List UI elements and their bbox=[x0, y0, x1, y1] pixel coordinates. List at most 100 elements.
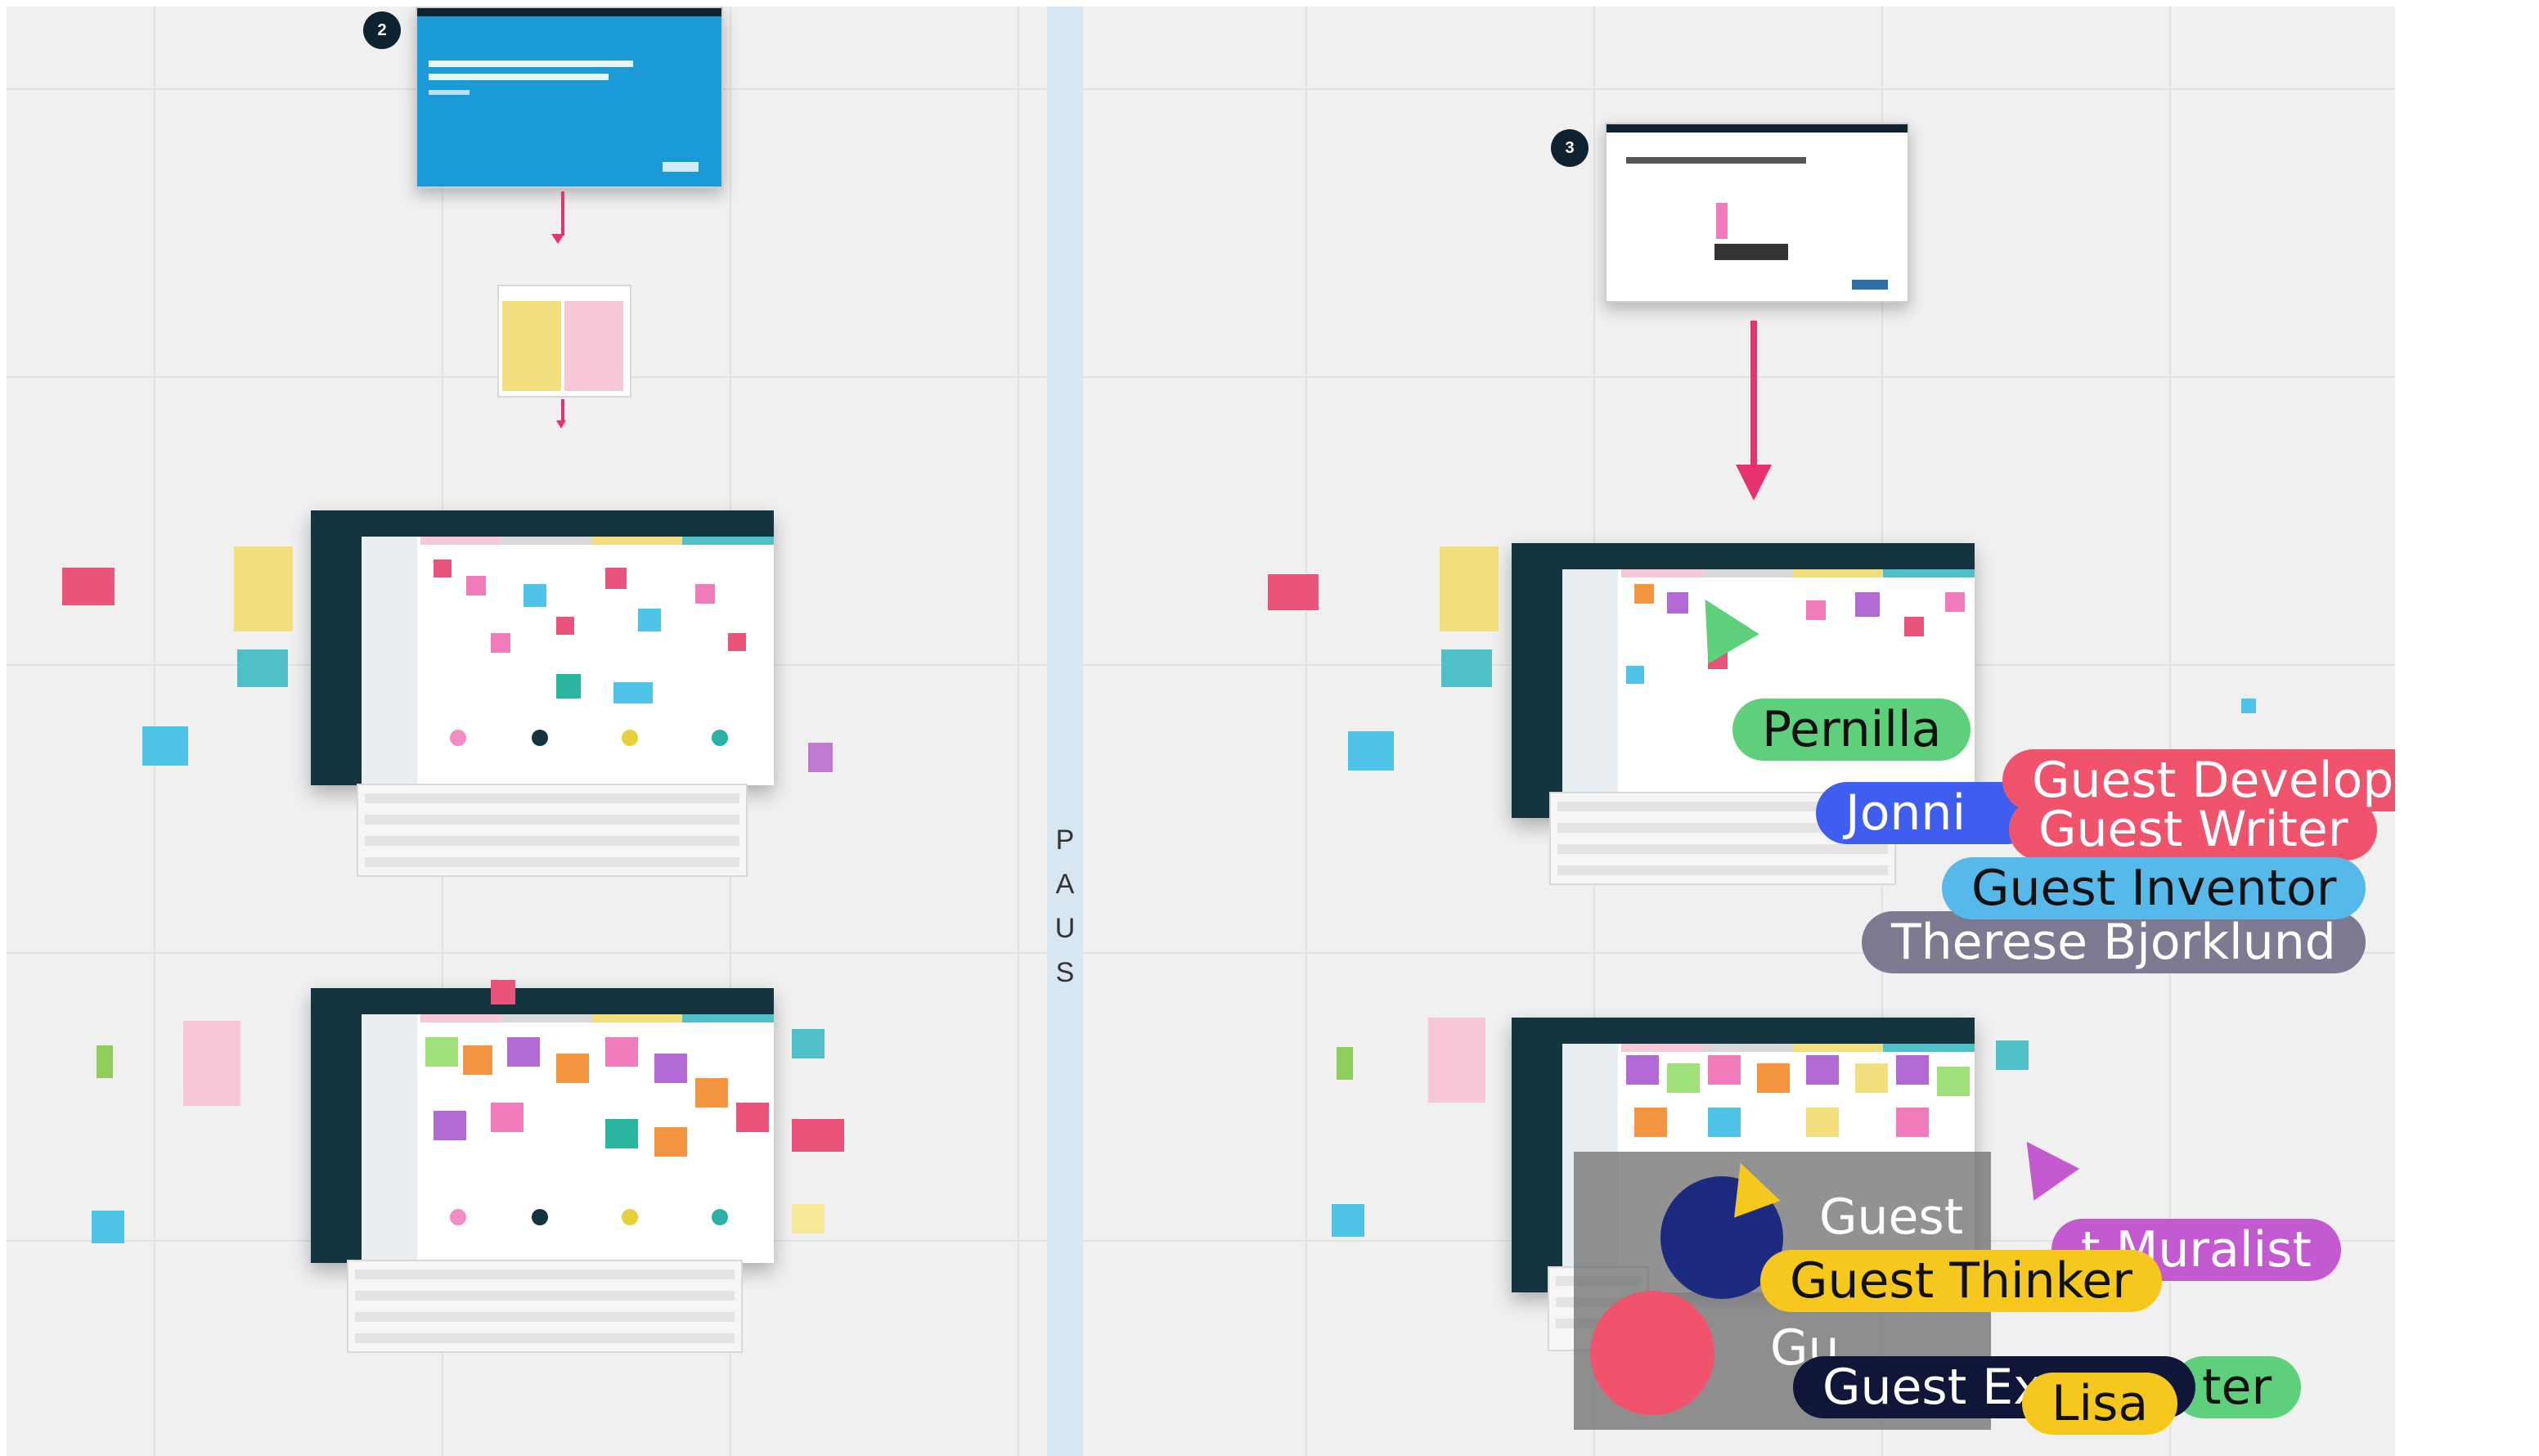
sticky-note[interactable] bbox=[434, 559, 452, 577]
table-row bbox=[1557, 844, 1888, 854]
sticky-note[interactable] bbox=[434, 1111, 466, 1140]
sticky-cluster[interactable] bbox=[142, 726, 188, 766]
note-card[interactable] bbox=[497, 285, 631, 398]
sticky-note[interactable] bbox=[556, 1054, 589, 1083]
sticky-note[interactable] bbox=[1708, 1108, 1741, 1137]
flow-arrow bbox=[1750, 321, 1757, 468]
sticky-cluster[interactable] bbox=[1441, 649, 1492, 687]
hexagon-group[interactable] bbox=[712, 1209, 728, 1225]
sticky-cluster[interactable] bbox=[1348, 731, 1394, 771]
schedule-table[interactable] bbox=[357, 784, 748, 877]
hexagon-group[interactable] bbox=[712, 730, 728, 746]
sticky-note-pink[interactable] bbox=[1428, 1018, 1485, 1103]
pause-divider bbox=[1047, 7, 1083, 1456]
sticky-note-yellow[interactable] bbox=[1440, 546, 1499, 631]
workshop-board-2[interactable] bbox=[311, 988, 774, 1263]
sticky-note[interactable] bbox=[792, 1204, 825, 1234]
column-header bbox=[1703, 569, 1793, 577]
sticky-cluster[interactable] bbox=[237, 649, 288, 687]
sticky-note[interactable] bbox=[1634, 1108, 1667, 1137]
sticky-note[interactable] bbox=[654, 1127, 687, 1157]
sticky-cluster[interactable] bbox=[808, 743, 833, 772]
hexagon-group[interactable] bbox=[622, 1209, 638, 1225]
sticky-note[interactable] bbox=[556, 617, 574, 635]
table-row bbox=[1557, 865, 1888, 875]
sticky-note[interactable] bbox=[638, 609, 661, 631]
sticky-note-pink[interactable] bbox=[183, 1021, 240, 1106]
sticky-note[interactable] bbox=[1937, 1067, 1970, 1096]
cursor-arrow bbox=[2003, 1126, 2080, 1201]
workshop-board-3[interactable] bbox=[1512, 543, 1975, 818]
sticky-note[interactable] bbox=[1806, 1055, 1839, 1085]
sticky-cluster[interactable] bbox=[92, 1211, 124, 1243]
column-header bbox=[1793, 569, 1883, 577]
hexagon-group[interactable] bbox=[532, 1209, 548, 1225]
board-sidebar bbox=[1512, 569, 1562, 818]
mural-canvas[interactable]: P A U S 2 3 Pernilla Jonni Guest Develop… bbox=[7, 7, 2395, 1456]
illustration bbox=[1714, 244, 1788, 260]
slide-thumbnail-2[interactable] bbox=[416, 7, 723, 188]
cursor-label-guest: Guest bbox=[1819, 1189, 1964, 1246]
sticky-cluster[interactable] bbox=[1268, 574, 1319, 610]
sticky-note[interactable] bbox=[1708, 1055, 1741, 1085]
sticky-note[interactable] bbox=[466, 576, 486, 595]
hexagon-group[interactable] bbox=[622, 730, 638, 746]
sticky-note-yellow[interactable] bbox=[234, 546, 293, 631]
board-description bbox=[1562, 569, 1618, 818]
sticky-note[interactable] bbox=[1855, 592, 1880, 617]
sticky-note[interactable] bbox=[556, 674, 581, 699]
sticky-note[interactable] bbox=[491, 980, 515, 1004]
sticky-cluster[interactable] bbox=[792, 1029, 825, 1058]
sticky-note[interactable] bbox=[491, 633, 510, 653]
sticky-note[interactable] bbox=[1855, 1063, 1888, 1093]
sticky-note[interactable] bbox=[463, 1045, 492, 1075]
sticky-note[interactable] bbox=[1626, 1055, 1659, 1085]
sticky-note[interactable] bbox=[654, 1054, 687, 1083]
sticky-note[interactable] bbox=[1634, 584, 1654, 604]
sticky-cluster[interactable] bbox=[1337, 1047, 1353, 1080]
sticky-cluster[interactable] bbox=[792, 1119, 844, 1152]
slide-thumbnail-3[interactable] bbox=[1605, 123, 1909, 303]
hexagon-group[interactable] bbox=[532, 730, 548, 746]
table-row bbox=[355, 1291, 735, 1301]
sticky-note[interactable] bbox=[491, 1103, 524, 1132]
cursor-label-therese: Therese Bjorklund bbox=[1862, 911, 2366, 973]
sticky-cluster[interactable] bbox=[62, 568, 115, 605]
workshop-board-1[interactable] bbox=[311, 510, 774, 785]
sticky-note[interactable] bbox=[1806, 600, 1826, 620]
sticky-note[interactable] bbox=[695, 1078, 728, 1108]
sticky-note[interactable] bbox=[1896, 1055, 1929, 1085]
sticky-note[interactable] bbox=[605, 1037, 638, 1067]
sticky-note[interactable] bbox=[605, 1119, 638, 1148]
flow-arrowhead bbox=[551, 234, 564, 244]
sticky-note[interactable] bbox=[1806, 1108, 1839, 1137]
sticky-note-yellow[interactable] bbox=[502, 301, 561, 391]
hexagon-group[interactable] bbox=[450, 1209, 466, 1225]
sticky-note[interactable] bbox=[1757, 1063, 1790, 1093]
sticky-note[interactable] bbox=[2241, 699, 2256, 713]
sticky-note[interactable] bbox=[605, 568, 627, 589]
logo bbox=[1852, 280, 1888, 290]
schedule-table[interactable] bbox=[347, 1260, 743, 1353]
sticky-note-pink[interactable] bbox=[564, 301, 623, 391]
pause-letter: A bbox=[1055, 869, 1075, 900]
sticky-note[interactable] bbox=[1945, 592, 1965, 612]
hexagon-group[interactable] bbox=[450, 730, 466, 746]
column-header bbox=[1793, 1044, 1883, 1052]
sticky-note[interactable] bbox=[1667, 1063, 1700, 1093]
sticky-note[interactable] bbox=[425, 1037, 458, 1067]
sticky-note[interactable] bbox=[736, 1103, 769, 1132]
sticky-note[interactable] bbox=[507, 1037, 540, 1067]
sticky-note[interactable] bbox=[613, 682, 653, 703]
cursor-label-guest-inventor: Guest Inventor bbox=[1942, 857, 2366, 919]
cursor-label-lisa: Lisa bbox=[2022, 1373, 2178, 1435]
sticky-cluster[interactable] bbox=[1996, 1040, 2029, 1070]
sticky-note[interactable] bbox=[1896, 1108, 1929, 1137]
sticky-note[interactable] bbox=[728, 633, 746, 651]
sticky-note[interactable] bbox=[524, 584, 546, 607]
sticky-note[interactable] bbox=[1904, 617, 1924, 636]
sticky-note[interactable] bbox=[695, 584, 715, 604]
sticky-cluster[interactable] bbox=[97, 1045, 113, 1078]
sticky-note[interactable] bbox=[1626, 666, 1644, 684]
sticky-cluster[interactable] bbox=[1332, 1204, 1364, 1237]
